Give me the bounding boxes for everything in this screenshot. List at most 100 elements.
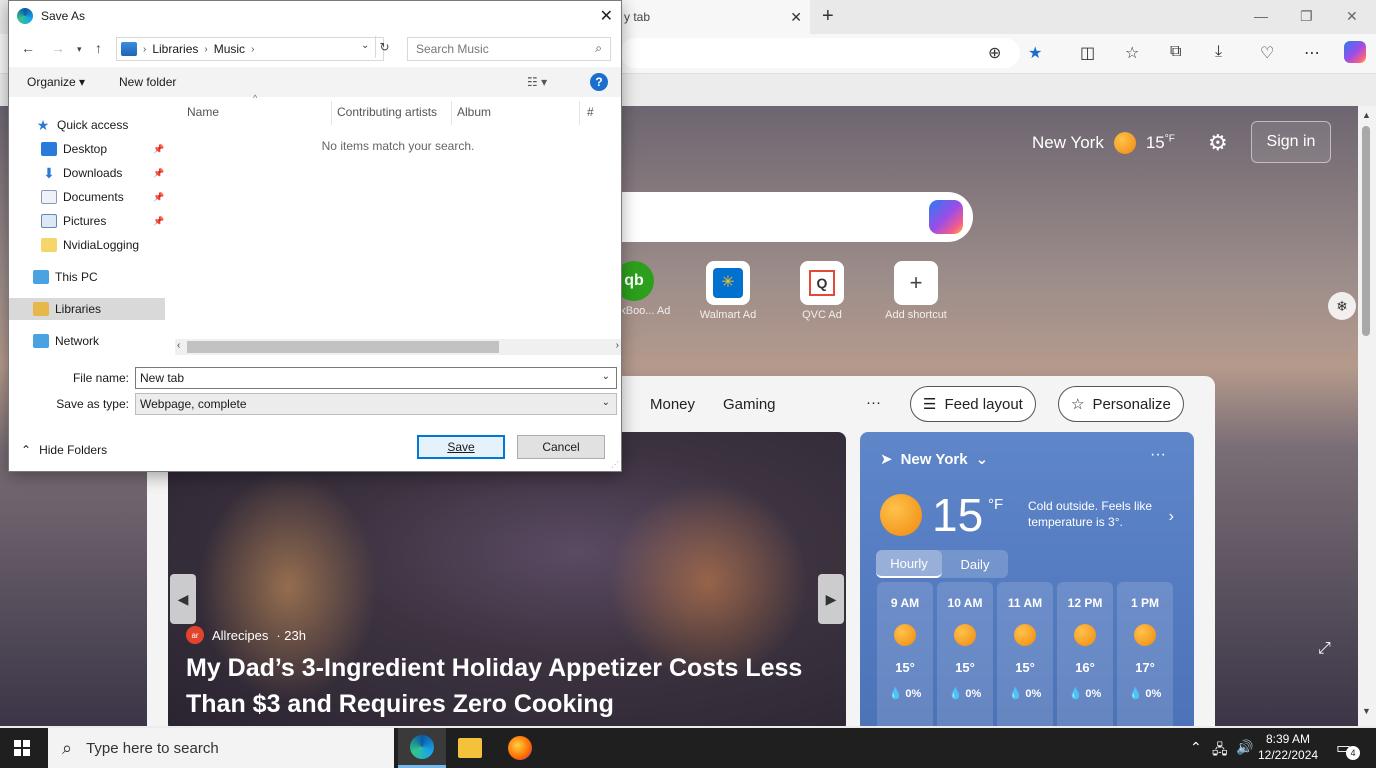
weather-more-icon[interactable]: ··· — [1150, 446, 1166, 464]
shortcut-walmart[interactable]: ✳ Walmart Ad — [688, 261, 768, 321]
view-options-icon[interactable]: ☷ ▾ — [527, 75, 547, 89]
file-list-hscrollbar[interactable]: ‹ › — [175, 339, 621, 355]
carousel-prev-icon[interactable]: ◀ — [170, 574, 196, 624]
taskbar-edge[interactable] — [398, 728, 446, 768]
personalize-button[interactable]: ☆ Personalize — [1058, 386, 1184, 422]
taskbar-firefox[interactable] — [496, 728, 544, 768]
settings-gear-icon[interactable]: ⚙ — [1208, 130, 1228, 156]
help-icon[interactable]: ? — [590, 73, 608, 91]
column-divider[interactable] — [331, 101, 332, 125]
column-divider[interactable] — [579, 101, 580, 125]
hour-forecast[interactable]: 1 PM 17° 💧 0% — [1117, 582, 1173, 726]
file-list[interactable]: ^ Name Contributing artists Album # No i… — [175, 93, 621, 341]
column-name[interactable]: Name — [187, 105, 219, 119]
browser-essentials-icon[interactable]: ♡ — [1260, 43, 1274, 63]
nav-downloads[interactable]: ⬇ Downloads 📌 — [41, 162, 167, 184]
nav-nvidialogging[interactable]: NvidiaLogging — [41, 234, 139, 256]
nav-this-pc[interactable]: This PC — [33, 266, 98, 288]
weather-card[interactable]: ➤ New York ⌄ ··· 15 °F Cold outside. Fee… — [860, 432, 1194, 726]
zoom-icon[interactable]: ⊕ — [988, 43, 1001, 63]
system-clock[interactable]: 8:39 AM 12/22/2024 — [1258, 731, 1318, 763]
column-track-number[interactable]: # — [587, 105, 594, 119]
tray-overflow-icon[interactable]: ⌃ — [1190, 739, 1202, 756]
new-folder-button[interactable]: New folder — [119, 75, 176, 89]
scroll-down-icon[interactable]: ▼ — [1362, 706, 1371, 716]
favorite-star-icon[interactable]: ★ — [1028, 43, 1042, 63]
carousel-next-icon[interactable]: ▶ — [818, 574, 844, 624]
dialog-close-icon[interactable]: ✕ — [600, 6, 613, 26]
scroll-right-icon[interactable]: › — [616, 340, 619, 351]
search-input[interactable]: Search Music ⌕ — [407, 37, 611, 61]
nav-money[interactable]: Money — [650, 396, 695, 413]
column-divider[interactable] — [451, 101, 452, 125]
up-arrow-icon[interactable]: ↑ — [95, 40, 102, 56]
chevron-down-icon[interactable]: ⌄ — [602, 371, 610, 382]
nav-quick-access[interactable]: ★ Quick access — [35, 114, 129, 136]
network-status-icon[interactable]: 🖧 — [1212, 739, 1228, 763]
copilot-icon[interactable] — [1344, 41, 1366, 63]
more-menu-icon[interactable]: ⋯ — [1304, 43, 1320, 63]
close-window-icon[interactable]: ✕ — [1346, 8, 1358, 25]
organize-button[interactable]: Organize ▾ — [27, 75, 85, 89]
column-album[interactable]: Album — [457, 105, 491, 119]
article-headline[interactable]: My Dad’s 3-Ingredient Holiday Appetizer … — [186, 650, 836, 722]
scroll-left-icon[interactable]: ‹ — [177, 340, 180, 351]
breadcrumb[interactable]: › Libraries › Music › — [116, 37, 384, 61]
windows-start-icon[interactable] — [14, 740, 30, 756]
new-tab-icon[interactable]: + — [822, 5, 834, 28]
save-type-select[interactable]: Webpage, complete ⌄ — [135, 393, 617, 415]
nav-pictures[interactable]: Pictures 📌 — [41, 210, 167, 232]
breadcrumb-chevron-icon[interactable]: › — [143, 44, 146, 55]
hscroll-thumb[interactable] — [187, 341, 499, 353]
tab-new-tab[interactable]: y tab ✕ — [610, 0, 810, 34]
split-screen-icon[interactable]: ◫ — [1080, 43, 1095, 63]
more-nav-icon[interactable]: ··· — [866, 394, 881, 411]
hero-article-card[interactable]: ◀ ▶ ar Allrecipes · 23h My Dad’s 3-Ingre… — [168, 432, 846, 726]
hour-forecast[interactable]: 12 PM 16° 💧 0% — [1057, 582, 1113, 726]
copilot-icon[interactable] — [929, 200, 963, 234]
breadcrumb-libraries[interactable]: Libraries — [152, 42, 198, 56]
breadcrumb-chevron-icon[interactable]: › — [251, 44, 254, 55]
expand-icon[interactable]: ⤢ — [1318, 640, 1331, 658]
collections-icon[interactable]: ⧉ — [1170, 43, 1181, 61]
breadcrumb-music[interactable]: Music — [214, 42, 245, 56]
feed-layout-button[interactable]: ☰ Feed layout — [910, 386, 1036, 422]
page-scrollbar[interactable]: ▲ ▼ — [1358, 106, 1376, 726]
nav-network[interactable]: Network — [33, 330, 99, 352]
restore-icon[interactable]: ❐ — [1300, 8, 1313, 25]
taskbar-file-explorer[interactable] — [446, 728, 494, 768]
cancel-button[interactable]: Cancel — [517, 435, 605, 459]
recent-locations-icon[interactable]: ▾ — [77, 44, 82, 55]
hour-forecast[interactable]: 9 AM 15° 💧 0% — [877, 582, 933, 726]
file-name-field[interactable]: New tab ⌄ — [135, 367, 617, 389]
shortcut-qvc[interactable]: Q QVC Ad — [782, 261, 862, 321]
hide-folders-button[interactable]: ⌃ Hide Folders — [21, 443, 107, 457]
address-bar[interactable] — [620, 38, 1020, 68]
nav-documents[interactable]: Documents 📌 — [41, 186, 167, 208]
downloads-icon[interactable]: ⤓ — [1215, 43, 1222, 61]
nav-gaming[interactable]: Gaming — [723, 396, 776, 413]
taskbar-search[interactable]: ⌕ Type here to search — [48, 728, 394, 768]
nav-desktop[interactable]: Desktop 📌 — [41, 138, 167, 160]
nav-libraries[interactable]: Libraries — [9, 298, 165, 320]
hour-forecast[interactable]: 10 AM 15° 💧 0% — [937, 582, 993, 726]
weather-card-city[interactable]: ➤ New York ⌄ — [880, 450, 988, 469]
save-button[interactable]: Save — [417, 435, 505, 459]
minimize-icon[interactable]: — — [1254, 8, 1268, 24]
volume-icon[interactable]: 🔊 — [1236, 739, 1253, 756]
close-tab-icon[interactable]: ✕ — [790, 9, 802, 26]
scroll-up-icon[interactable]: ▲ — [1362, 110, 1371, 120]
forward-arrow-icon[interactable]: → — [51, 40, 65, 56]
hour-forecast[interactable]: 11 AM 15° 💧 0% — [997, 582, 1053, 726]
path-dropdown-icon[interactable]: ⌄ — [361, 40, 369, 51]
chevron-right-icon[interactable]: › — [1169, 508, 1174, 526]
column-contributing-artists[interactable]: Contributing artists — [337, 105, 437, 119]
notifications-icon[interactable]: ▭ 4 — [1336, 738, 1360, 760]
resize-grip-icon[interactable]: ⋰ — [611, 460, 619, 469]
dialog-title-bar[interactable]: Save As ✕ — [9, 1, 621, 31]
tab-daily[interactable]: Daily — [942, 550, 1008, 578]
refresh-icon[interactable]: ↻ — [375, 36, 393, 58]
snowflake-icon[interactable]: ❄ — [1328, 292, 1356, 320]
favorites-icon[interactable]: ☆ — [1125, 43, 1139, 63]
tab-hourly[interactable]: Hourly — [876, 550, 942, 578]
